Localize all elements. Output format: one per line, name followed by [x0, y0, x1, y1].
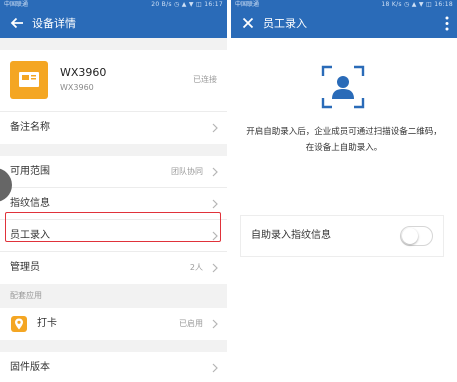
page-title: 员工录入: [263, 17, 307, 30]
toggle-knob: [402, 228, 418, 244]
device-name: WX3960: [60, 66, 107, 79]
device-model: WX3960: [60, 83, 94, 92]
scope-row[interactable]: 可用范围 团队协同: [0, 156, 227, 188]
chevron-right-icon: [212, 167, 218, 177]
scope-value: 团队协同: [171, 167, 203, 176]
firmware-card: 固件版本: [0, 352, 227, 382]
app-bar: 设备详情: [0, 9, 227, 38]
admin-count: 2人: [189, 263, 203, 272]
clock-in-label: 打卡: [37, 318, 57, 329]
status-indicators: 20 B/s ◷ ▲ ▼ ◫ 16:17: [151, 1, 223, 8]
status-indicators: 18 K/s ◷ ▲ ▼ ◫ 16:18: [381, 1, 453, 8]
self-enroll-fingerprint-setting: 自助录入指纹信息: [241, 216, 443, 256]
remark-row[interactable]: 备注名称: [0, 112, 227, 144]
device-icon: [10, 61, 48, 99]
close-icon[interactable]: [239, 14, 257, 32]
page-title: 设备详情: [32, 17, 76, 30]
status-bar: 中国联通 20 B/s ◷ ▲ ▼ ◫ 16:17: [0, 0, 227, 9]
chevron-right-icon: [212, 123, 218, 133]
self-enroll-fingerprint-label: 自助录入指纹信息: [251, 230, 331, 241]
connection-status: 已连接: [193, 75, 217, 84]
firmware-row[interactable]: 固件版本: [0, 352, 227, 382]
device-card: WX3960 WX3960 已连接: [0, 50, 227, 112]
chevron-right-icon: [212, 319, 218, 329]
status-bar: 中国联通 18 K/s ◷ ▲ ▼ ◫ 16:18: [231, 0, 457, 9]
back-arrow-icon[interactable]: [8, 14, 26, 32]
enroll-panel: 开启自助录入后，企业成员可通过扫描设备二维码，在设备上自助录入。 自助录入指纹信…: [231, 38, 457, 382]
chevron-right-icon: [212, 199, 218, 209]
carrier-label: 中国联通: [4, 1, 29, 8]
self-enroll-description: 开启自助录入后，企业成员可通过扫描设备二维码，在设备上自助录入。: [246, 127, 442, 153]
app-bar: 员工录入: [231, 9, 457, 38]
scan-person-icon: [321, 65, 365, 109]
device-detail-screen: 中国联通 20 B/s ◷ ▲ ▼ ◫ 16:17 设备详情 WX3960 WX…: [0, 0, 227, 382]
self-enroll-toggle[interactable]: [400, 226, 433, 246]
chevron-right-icon: [212, 363, 218, 373]
employee-enroll-screen: 中国联通 18 K/s ◷ ▲ ▼ ◫ 16:18 员工录入 开启自助录入后，企…: [231, 0, 457, 382]
firmware-label: 固件版本: [10, 362, 50, 373]
scope-label: 可用范围: [10, 166, 50, 177]
chevron-right-icon: [212, 263, 218, 273]
clock-in-app-row[interactable]: 打卡 已启用: [0, 308, 227, 340]
more-vertical-icon[interactable]: [445, 16, 449, 31]
admin-row[interactable]: 管理员 2人: [0, 252, 227, 284]
section-label: 配套应用: [0, 284, 227, 308]
app-status: 已启用: [179, 319, 203, 328]
location-pin-icon: [11, 316, 27, 332]
remark-label: 备注名称: [10, 122, 50, 133]
admin-label: 管理员: [10, 262, 40, 273]
highlight-box: [5, 212, 221, 242]
app-card: 打卡 已启用: [0, 308, 227, 340]
remark-card: 备注名称: [0, 112, 227, 144]
carrier-label: 中国联通: [235, 1, 260, 8]
